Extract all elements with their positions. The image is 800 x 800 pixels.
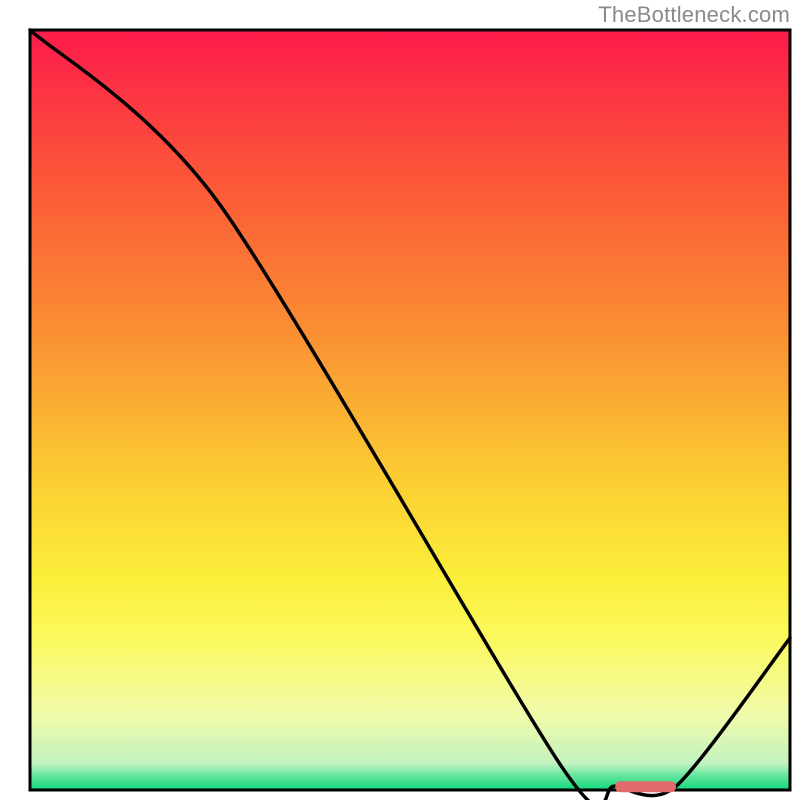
chart-container: TheBottleneck.com bbox=[0, 0, 800, 800]
chart-svg bbox=[0, 0, 800, 800]
plot-background bbox=[30, 30, 790, 790]
minimum-marker bbox=[615, 781, 676, 792]
